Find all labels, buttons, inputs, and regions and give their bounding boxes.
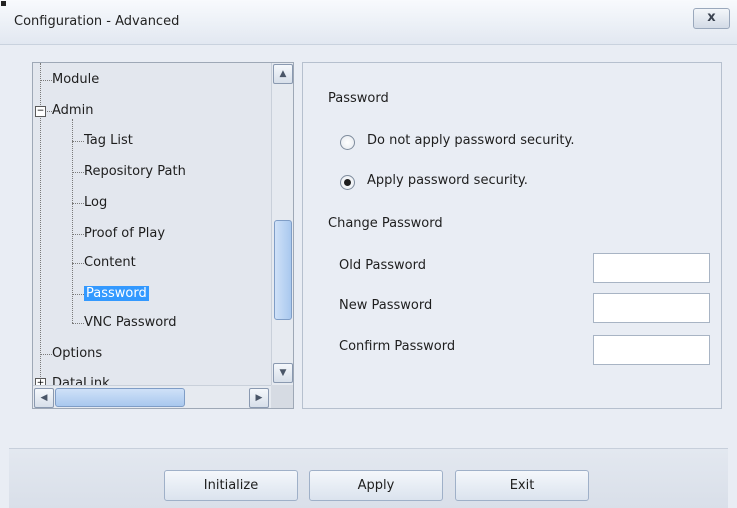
tree-item-label: Admin <box>52 103 94 118</box>
tree-item-label: Module <box>52 72 100 87</box>
tree-line <box>72 323 84 324</box>
horizontal-scroll-thumb[interactable] <box>55 388 185 407</box>
tree-item-content[interactable]: Content <box>84 254 136 272</box>
collapse-icon[interactable]: − <box>35 106 46 117</box>
tree-item-label: Tag List <box>84 133 133 148</box>
tree-item-label: Proof of Play <box>84 226 166 241</box>
tree-item-label: Content <box>84 255 136 270</box>
tree-item-label: Log <box>84 195 108 210</box>
password-heading: Password <box>328 91 389 106</box>
apply-button[interactable]: Apply <box>309 470 443 501</box>
tree-item-vnc-password[interactable]: VNC Password <box>84 314 177 332</box>
tree-line <box>40 80 52 81</box>
tree-vertical-scrollbar[interactable]: ▲ ▼ <box>271 63 293 385</box>
tree-item-label: VNC Password <box>84 315 177 330</box>
old-password-label: Old Password <box>339 258 426 273</box>
tree-line <box>72 172 84 173</box>
scroll-down-icon[interactable]: ▼ <box>273 363 293 383</box>
confirm-password-label: Confirm Password <box>339 339 456 354</box>
settings-tree: − + Module Admin Tag List Repository Pat… <box>32 62 294 409</box>
no-security-radio[interactable] <box>340 135 355 150</box>
tree-line <box>72 294 84 295</box>
window-title: Configuration - Advanced <box>14 14 180 29</box>
password-settings-panel: Password Do not apply password security.… <box>302 62 722 409</box>
tree-horizontal-scrollbar[interactable]: ◀ ▶ <box>33 385 271 408</box>
apply-security-label[interactable]: Apply password security. <box>367 173 528 188</box>
tree-item-proof-of-play[interactable]: Proof of Play <box>84 225 165 243</box>
tree-line <box>72 203 84 204</box>
vertical-scroll-thumb[interactable] <box>274 220 292 320</box>
close-icon: x <box>707 10 716 25</box>
tree-item-admin[interactable]: Admin <box>52 102 93 120</box>
tree-item-password[interactable]: Password <box>84 285 149 303</box>
scroll-up-icon[interactable]: ▲ <box>273 64 293 84</box>
tree-line <box>45 111 52 112</box>
close-button[interactable]: x <box>693 8 730 29</box>
tree-line <box>72 263 84 264</box>
tree-item-label: Repository Path <box>84 164 186 179</box>
tree-line <box>72 141 84 142</box>
tree-item-module[interactable]: Module <box>52 71 99 89</box>
tree-line <box>40 354 52 355</box>
tree-item-repository-path[interactable]: Repository Path <box>84 163 186 181</box>
confirm-password-input[interactable] <box>593 335 710 365</box>
exit-button[interactable]: Exit <box>455 470 589 501</box>
title-bar: Configuration - Advanced x <box>0 0 737 45</box>
tree-item-label: Options <box>52 346 103 361</box>
tree-line <box>72 234 84 235</box>
new-password-input[interactable] <box>593 293 710 323</box>
scroll-left-icon[interactable]: ◀ <box>34 388 54 408</box>
tree-item-options[interactable]: Options <box>52 345 102 363</box>
old-password-input[interactable] <box>593 253 710 283</box>
change-password-heading: Change Password <box>328 216 443 231</box>
new-password-label: New Password <box>339 298 433 313</box>
tree-item-log[interactable]: Log <box>84 194 107 212</box>
initialize-button[interactable]: Initialize <box>164 470 298 501</box>
tree-item-tag-list[interactable]: Tag List <box>84 132 133 150</box>
scrollbar-corner <box>271 385 293 408</box>
tree-line <box>72 119 73 323</box>
tree-item-label: Password <box>84 286 149 301</box>
tree-view: − + Module Admin Tag List Repository Pat… <box>33 63 271 391</box>
apply-security-radio[interactable] <box>340 175 355 190</box>
scroll-right-icon[interactable]: ▶ <box>249 388 269 408</box>
no-security-label[interactable]: Do not apply password security. <box>367 133 574 148</box>
window-corner <box>1 1 6 6</box>
